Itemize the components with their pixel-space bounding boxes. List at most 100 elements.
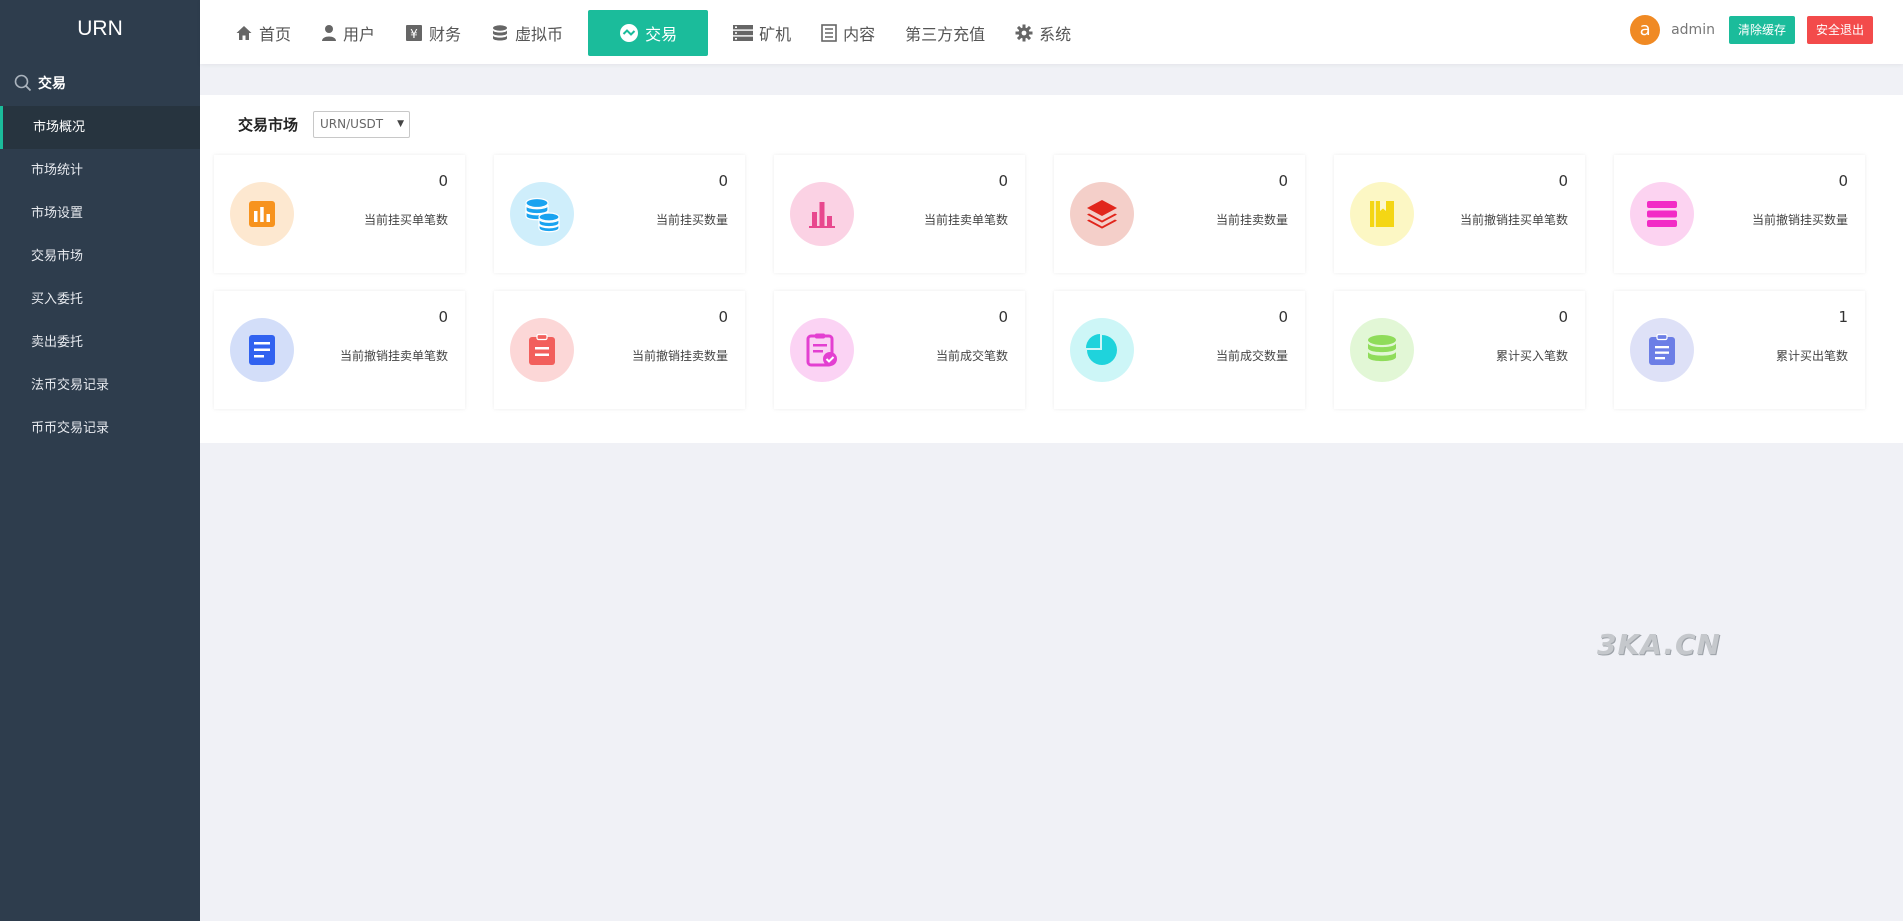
stat-card: 0 当前成交笔数 (774, 291, 1025, 409)
yen-icon: ¥ (405, 24, 429, 42)
app-logo[interactable]: URN (0, 0, 200, 60)
pie-chart-icon (1070, 318, 1134, 382)
doc-list-icon (230, 318, 294, 382)
user-icon (321, 24, 343, 42)
user-area: a admin 清除缓存 安全退出 (1630, 15, 1873, 45)
nav-item-6[interactable]: 内容 (806, 10, 890, 56)
nav-item-label: 系统 (1039, 25, 1072, 44)
sidebar: URN 交易 市场概况 市场统计 市场设置 交易市场 买入委托 卖出委托 法币交易记录 币币交… (0, 0, 200, 921)
logout-button[interactable]: 安全退出 (1806, 16, 1873, 44)
search-icon (14, 74, 32, 92)
nav-item-label: 首页 (259, 25, 292, 44)
clipboard-list-icon (1630, 318, 1694, 382)
home-icon (235, 24, 259, 42)
nav-item-7[interactable]: 第三方充值 (890, 10, 1000, 56)
sidebar-menu: 市场概况 市场统计 市场设置 交易市场 买入委托 卖出委托 法币交易记录 币币交易记录 (0, 106, 200, 450)
document-icon (821, 24, 843, 42)
svg-text:¥: ¥ (410, 27, 418, 41)
database-icon (491, 24, 515, 42)
stat-card: 0 当前挂卖数量 (1054, 155, 1305, 273)
book-icon (1350, 182, 1414, 246)
nav-item-5[interactable]: 矿机 (718, 10, 806, 56)
clear-cache-button[interactable]: 清除缓存 (1728, 16, 1795, 44)
sidebar-item-6[interactable]: 法币交易记录 (0, 364, 200, 407)
nav-item-label: 用户 (343, 25, 376, 44)
stat-label: 当前撤销挂买单笔数 (1459, 213, 1568, 227)
nav-item-label: 内容 (843, 25, 876, 44)
caret-down-icon: ▼ (397, 119, 405, 129)
database-icon (1350, 318, 1414, 382)
watermark: 3KA.CN (1597, 628, 1721, 661)
stat-cards: 0 当前挂买单笔数 0 当前挂买数量 0 当前挂卖单笔数 0 当前挂卖数量 0 当前撤销挂买单笔数… (214, 155, 1874, 409)
stat-value: 0 (998, 172, 1008, 190)
market-select[interactable]: URN/USDT ▼ (313, 111, 411, 138)
sidebar-item-0[interactable]: 市场概况 (0, 106, 200, 149)
stat-value: 0 (718, 308, 728, 326)
stat-label: 累计买出笔数 (1775, 349, 1848, 363)
market-overview-panel: 交易市场 URN/USDT ▼ 0 当前挂买单笔数 0 当前挂买数量 0 当前挂卖单笔数 0… (200, 95, 1903, 443)
nav-item-3[interactable]: 虚拟币 (476, 10, 578, 56)
stat-value: 0 (1558, 308, 1568, 326)
stat-label: 当前挂卖数量 (1215, 213, 1288, 227)
column-chart-icon (790, 182, 854, 246)
sidebar-item-7[interactable]: 币币交易记录 (0, 407, 200, 450)
nav-item-label: 财务 (429, 25, 462, 44)
stat-card: 0 累计买入笔数 (1334, 291, 1585, 409)
server-icon (733, 25, 759, 41)
nav-item-4[interactable]: 交易 (588, 10, 709, 56)
stat-card: 0 当前成交数量 (1054, 291, 1305, 409)
username[interactable]: admin (1671, 22, 1715, 38)
sidebar-section-trade[interactable]: 交易 (0, 60, 200, 106)
exchange-icon (619, 23, 645, 43)
stat-value: 0 (1278, 172, 1288, 190)
stat-label: 当前挂卖单笔数 (923, 213, 1008, 227)
nav-item-label: 矿机 (759, 25, 792, 44)
stat-card: 0 当前挂卖单笔数 (774, 155, 1025, 273)
stat-card: 0 当前挂买数量 (494, 155, 745, 273)
sidebar-item-2[interactable]: 市场设置 (0, 192, 200, 235)
stat-label: 当前挂买数量 (655, 213, 728, 227)
stat-label: 当前撤销挂卖数量 (631, 349, 728, 363)
sidebar-item-5[interactable]: 卖出委托 (0, 321, 200, 364)
stat-card: 0 当前撤销挂买数量 (1614, 155, 1865, 273)
avatar[interactable]: a (1630, 15, 1661, 45)
stat-value: 0 (998, 308, 1008, 326)
main-nav: 首页 用户 ¥ 财务 虚拟币 交易 矿机 内容 第三方充值 系统 (220, 10, 1086, 56)
stat-value: 0 (718, 172, 728, 190)
market-select-value: URN/USDT (320, 117, 384, 131)
gear-icon (1015, 24, 1039, 42)
clipboard-icon (510, 318, 574, 382)
coins-icon (510, 182, 574, 246)
top-navbar: 首页 用户 ¥ 财务 虚拟币 交易 矿机 内容 第三方充值 系统 a admin 清除缓存 安全退… (200, 0, 1903, 64)
stat-value: 0 (1838, 172, 1848, 190)
sidebar-item-3[interactable]: 交易市场 (0, 235, 200, 278)
stat-label: 累计买入笔数 (1495, 349, 1568, 363)
nav-item-8[interactable]: 系统 (1000, 10, 1086, 56)
stat-card: 0 当前撤销挂卖数量 (494, 291, 745, 409)
stat-card: 0 当前撤销挂卖单笔数 (214, 291, 465, 409)
stat-label: 当前挂买单笔数 (363, 213, 448, 227)
stat-label: 当前撤销挂卖单笔数 (339, 349, 448, 363)
nav-item-0[interactable]: 首页 (220, 10, 306, 56)
nav-item-1[interactable]: 用户 (306, 10, 390, 56)
stat-value: 0 (438, 172, 448, 190)
nav-item-label: 虚拟币 (515, 25, 564, 44)
bar-chart-icon (230, 182, 294, 246)
nav-item-label: 第三方充值 (905, 25, 986, 44)
stat-value: 0 (438, 308, 448, 326)
sidebar-item-4[interactable]: 买入委托 (0, 278, 200, 321)
stat-label: 当前成交数量 (1215, 349, 1288, 363)
stat-label: 当前撤销挂买数量 (1751, 213, 1848, 227)
panel-header: 交易市场 URN/USDT ▼ (238, 111, 411, 138)
stat-value: 0 (1278, 308, 1288, 326)
clipboard-check-icon (790, 318, 854, 382)
page-title: 交易市场 (238, 116, 299, 134)
sidebar-item-1[interactable]: 市场统计 (0, 149, 200, 192)
stat-card: 0 当前撤销挂买单笔数 (1334, 155, 1585, 273)
layers-icon (1070, 182, 1134, 246)
nav-item-2[interactable]: ¥ 财务 (390, 10, 476, 56)
stat-card: 1 累计买出笔数 (1614, 291, 1865, 409)
nav-item-label: 交易 (645, 25, 678, 44)
stat-value: 1 (1838, 308, 1848, 326)
stat-label: 当前成交笔数 (935, 349, 1008, 363)
